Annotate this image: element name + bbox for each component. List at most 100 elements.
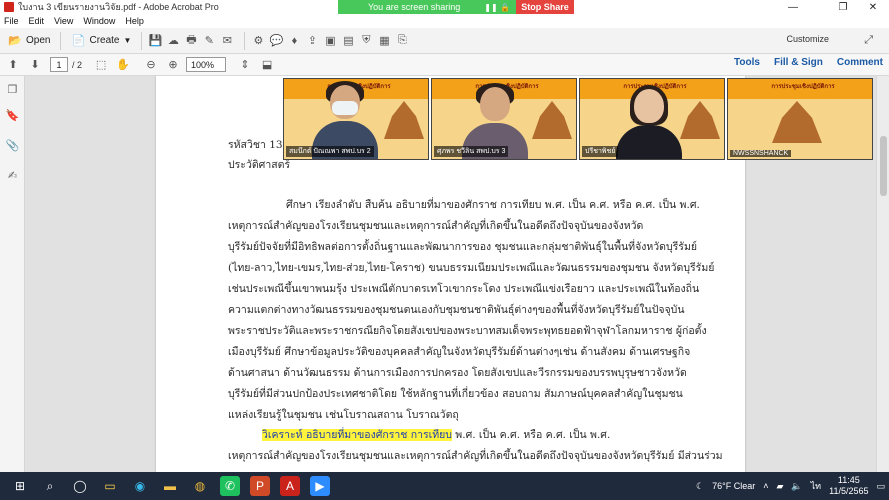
- redact-icon[interactable]: ▦: [377, 34, 391, 48]
- cloud-upload-icon[interactable]: ☁: [166, 34, 180, 48]
- close-icon[interactable]: ✕: [858, 0, 888, 14]
- page-up-icon[interactable]: ⬆: [4, 56, 22, 74]
- doc-course-code: รหัสวิชา 131: [228, 139, 290, 151]
- create-pdf-icon: 📄: [71, 35, 86, 47]
- minimize-icon[interactable]: —: [778, 0, 808, 14]
- fill-sign-link[interactable]: Fill & Sign: [774, 57, 823, 68]
- system-tray: ☾ 76°F Clear ˄ ▰ 🔈 ไท 11:45 11/5/2565 ▭: [696, 475, 885, 497]
- signature-icon[interactable]: ✍: [6, 168, 19, 182]
- windows-start-icon[interactable]: ⊞: [10, 476, 30, 496]
- save-icon[interactable]: 💾: [148, 34, 163, 48]
- scroll-thumb[interactable]: [880, 136, 887, 196]
- zoom-in-icon[interactable]: ⊕: [164, 56, 182, 74]
- lock-icon[interactable]: 🔒: [500, 3, 510, 12]
- participant-head: [634, 89, 664, 123]
- vertical-scrollbar[interactable]: [876, 76, 889, 472]
- video-gallery: การประชุมเชิงปฏิบัติการ สมนึกต์ ปัณณพา ส…: [283, 78, 873, 160]
- video-tile[interactable]: การประชุมเชิงปฏิบัติการ สมนึกต์ ปัณณพา ส…: [283, 78, 429, 160]
- doc-line: เช่นประเพณีขึ้นเขาพนมรุ้ง ประเพณีตักบาตร…: [228, 283, 700, 295]
- print-icon[interactable]: 🖶: [184, 34, 198, 48]
- video-tile[interactable]: การประชุมเชิงปฏิบัติการ ศุภพร ชวีลิน สพป…: [431, 78, 577, 160]
- volume-icon[interactable]: 🔈: [791, 481, 802, 492]
- line-icon[interactable]: ✆: [220, 476, 240, 496]
- protect-icon[interactable]: ⛨: [359, 34, 373, 48]
- scan-icon[interactable]: ⎘: [395, 34, 409, 48]
- settings-icon[interactable]: ⚙: [251, 34, 265, 48]
- folder-icon[interactable]: ▬: [160, 476, 180, 496]
- stamp-icon[interactable]: ♦: [287, 34, 301, 48]
- comment-link[interactable]: Comment: [837, 57, 883, 68]
- video-tile[interactable]: การประชุมเชิงปฏิบัติการ NWSSNSHANCK: [727, 78, 873, 160]
- create-label: Create: [89, 35, 120, 46]
- email-icon[interactable]: ✉: [220, 34, 234, 48]
- doc-line: เมืองบุรีรัมย์ ศึกษาข้อมูลประวัติของบุคค…: [228, 346, 691, 358]
- page-number-input[interactable]: 1: [50, 57, 68, 72]
- bookmark-icon[interactable]: 🔖: [6, 108, 20, 122]
- chrome-icon[interactable]: ◍: [190, 476, 210, 496]
- customize-menu[interactable]: Customize: [786, 34, 829, 44]
- doc-line: เหตุการณ์สำคัญของโรงเรียนชุมชนและเหตุการ…: [228, 220, 644, 232]
- open-button[interactable]: 📂 Open: [4, 31, 54, 51]
- acrobat-taskbar-icon[interactable]: A: [280, 476, 300, 496]
- form-icon[interactable]: ▤: [341, 34, 355, 48]
- doc-highlight-line: วิเคราะห์ อธิบายที่มาของศักราช การเทียบ …: [262, 426, 610, 443]
- video-tile[interactable]: การประชุมเชิงปฏิบัติการ ปรีชาพิชย์: [579, 78, 725, 160]
- expand-icon[interactable]: ⤢: [864, 34, 873, 47]
- participant-name: NWSSNSHANCK: [730, 150, 792, 157]
- doc-line: ด้านศาสนา ด้านวัฒนธรรม ด้านการเมืองการปก…: [228, 367, 687, 379]
- chevron-down-icon: ▼: [123, 36, 132, 45]
- pause-icon[interactable]: ❚❚: [484, 3, 497, 12]
- doc-line: บุรีรัมย์ที่มีส่วนปกป้องประเทศชาติโดย ใช…: [228, 388, 683, 400]
- window-title: ใบงาน 3 เขียนรายงานวิจัย.pdf - Adobe Acr…: [18, 2, 219, 12]
- temple-image: [384, 101, 424, 139]
- face-mask: [332, 101, 358, 115]
- main-toolbar: 📂 Open 📄 Create ▼ 💾 ☁ 🖶 ✎ ✉ ⚙ 💬 ♦ ⇪ ▣ ▤ …: [0, 28, 889, 54]
- maximize-icon[interactable]: ❐: [828, 0, 858, 14]
- file-explorer-icon[interactable]: ▭: [100, 476, 120, 496]
- hand-tool-icon[interactable]: ✋: [114, 56, 132, 74]
- combine-icon[interactable]: ▣: [323, 34, 337, 48]
- weather-text[interactable]: 76°F Clear: [712, 481, 755, 491]
- menu-window[interactable]: Window: [83, 16, 115, 26]
- fit-width-icon[interactable]: ⬓: [258, 56, 276, 74]
- pdf-export-icon[interactable]: ⇪: [305, 34, 319, 48]
- powerpoint-icon[interactable]: P: [250, 476, 270, 496]
- language-icon[interactable]: ไท: [811, 479, 821, 493]
- temple-image: [772, 101, 822, 143]
- page-thumbnails-icon[interactable]: ❐: [6, 82, 19, 96]
- acrobat-icon: [4, 2, 14, 12]
- menu-bar: File Edit View Window Help: [0, 14, 889, 28]
- stop-share-button[interactable]: Stop Share: [516, 0, 574, 14]
- highlighted-text[interactable]: วิเคราะห์ อธิบายที่มาของศักราช การเทียบ: [262, 429, 452, 441]
- comment-icon[interactable]: 💬: [269, 34, 284, 48]
- task-view-icon[interactable]: ◯: [70, 476, 90, 496]
- clock[interactable]: 11:45 11/5/2565: [829, 475, 868, 497]
- highlight-line-rest: พ.ศ. เป็น ค.ศ. หรือ ค.ศ. เป็น พ.ศ.: [451, 429, 611, 441]
- select-tool-icon[interactable]: ⬚: [92, 56, 110, 74]
- tools-link[interactable]: Tools: [734, 57, 760, 68]
- create-button[interactable]: 📄 Create ▼: [67, 31, 135, 51]
- slide-title: การประชุมเชิงปฏิบัติการ: [771, 84, 835, 90]
- network-icon[interactable]: ▰: [777, 481, 784, 492]
- menu-file[interactable]: File: [4, 16, 19, 26]
- edge-icon[interactable]: ◉: [130, 476, 150, 496]
- menu-view[interactable]: View: [54, 16, 73, 26]
- chevron-up-icon[interactable]: ˄: [763, 481, 768, 491]
- folder-icon: 📂: [8, 35, 22, 47]
- participant-video: [616, 85, 682, 159]
- doc-line: (ไทย-ลาว,ไทย-เขมร,ไทย-ส่วย,ไทย-โคราช) ขน…: [228, 262, 715, 274]
- menu-help[interactable]: Help: [125, 16, 144, 26]
- notification-icon[interactable]: ▭: [876, 481, 885, 492]
- navigation-toolbar: ⬆ ⬇ 1 / 2 ⬚ ✋ ⊖ ⊕ 100% ⇕ ⬓ Tools Fill & …: [0, 54, 889, 76]
- clock-time: 11:45: [837, 475, 860, 485]
- menu-edit[interactable]: Edit: [29, 16, 45, 26]
- navigation-pane: ❐ 🔖 📎 ✍: [0, 76, 25, 472]
- fit-page-icon[interactable]: ⇕: [236, 56, 254, 74]
- page-down-icon[interactable]: ⬇: [26, 56, 44, 74]
- edit-icon[interactable]: ✎: [202, 34, 216, 48]
- zoom-icon[interactable]: ▶: [310, 476, 330, 496]
- search-icon[interactable]: ⌕: [40, 476, 60, 496]
- zoom-out-icon[interactable]: ⊖: [142, 56, 160, 74]
- zoom-select[interactable]: 100%: [186, 57, 227, 72]
- attachment-icon[interactable]: 📎: [6, 138, 20, 152]
